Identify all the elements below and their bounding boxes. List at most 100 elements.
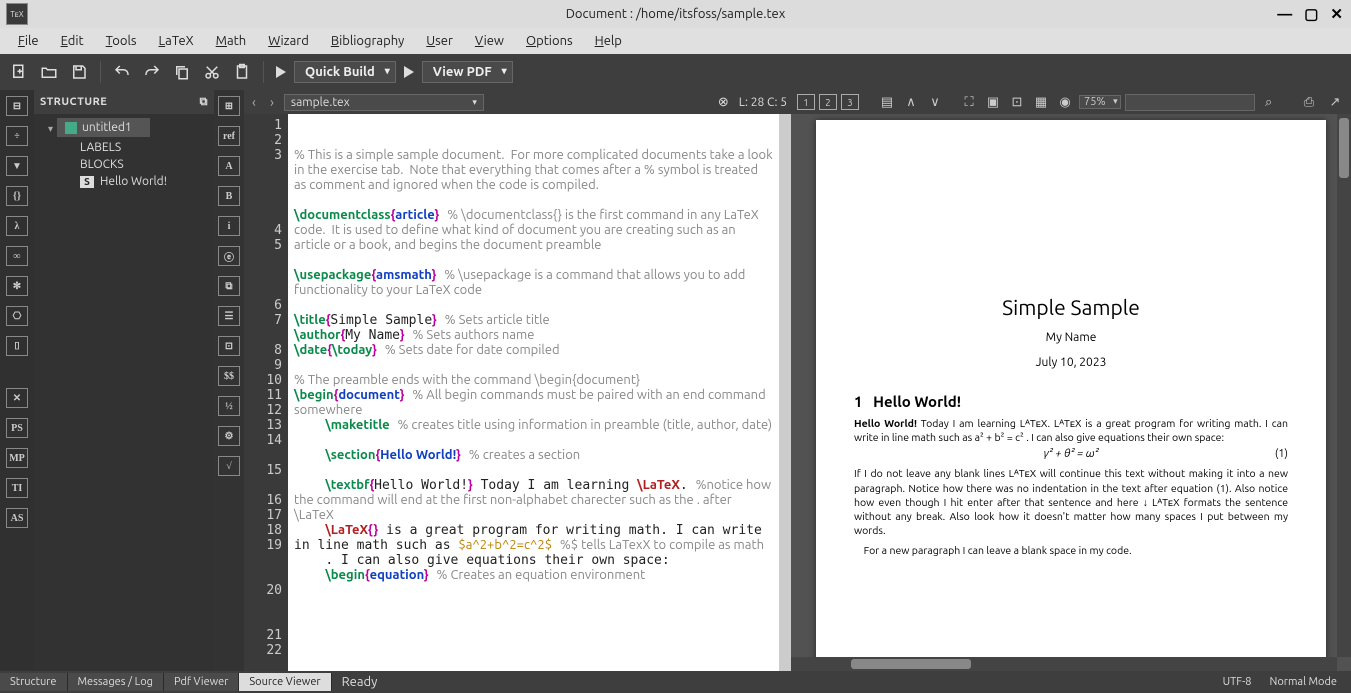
menu-options[interactable]: Options: [516, 31, 583, 51]
prev-page-button[interactable]: ∧: [901, 93, 921, 111]
editor-tool-button[interactable]: ⊞: [218, 96, 240, 116]
page-layout-icon[interactable]: ▤: [877, 93, 897, 111]
status-tab-messages[interactable]: Messages / Log: [68, 673, 164, 691]
structure-tab[interactable]: untitled1: [57, 118, 150, 137]
page-1-button[interactable]: 1: [797, 94, 815, 110]
redo-button[interactable]: [139, 59, 165, 85]
symbol-button[interactable]: ∞: [6, 246, 28, 266]
open-file-button[interactable]: [36, 59, 62, 85]
editor-tool-button[interactable]: $$: [218, 366, 240, 386]
zoom-area-icon[interactable]: ⊡: [1007, 93, 1027, 111]
tree-section[interactable]: S Hello World!: [34, 173, 214, 190]
editor-tool-button[interactable]: ⊡: [218, 336, 240, 356]
maximize-button[interactable]: ▢: [1304, 5, 1318, 23]
menu-latex[interactable]: LaTeX: [149, 31, 204, 51]
page-3-button[interactable]: 3: [841, 94, 859, 110]
symbol-button[interactable]: MP: [6, 448, 28, 468]
menu-view[interactable]: View: [465, 31, 514, 51]
symbol-button[interactable]: ⌷: [6, 336, 28, 356]
tree-section-label: Hello World!: [100, 175, 167, 188]
detach-icon[interactable]: ⧉: [200, 96, 208, 109]
status-tab-pdfviewer[interactable]: Pdf Viewer: [164, 673, 239, 691]
symbol-button[interactable]: PS: [6, 418, 28, 438]
menu-wizard[interactable]: Wizard: [258, 31, 319, 51]
tree-blocks[interactable]: BLOCKS: [34, 156, 214, 173]
editor-tool-button[interactable]: ½: [218, 396, 240, 416]
build-dropdown[interactable]: Quick Build: [294, 61, 396, 83]
editor-tool-button[interactable]: i: [218, 216, 240, 236]
symbol-button[interactable]: ⎔: [6, 306, 28, 326]
symbol-button[interactable]: ⊟: [6, 96, 28, 116]
editor-tool-button[interactable]: ⧉: [218, 276, 240, 296]
statusbar: Structure Messages / Log Pdf Viewer Sour…: [0, 671, 1351, 693]
menu-tools[interactable]: Tools: [96, 31, 147, 51]
nav-fwd-button[interactable]: ›: [266, 94, 278, 110]
status-tab-structure[interactable]: Structure: [0, 673, 68, 691]
pdf-title: Simple Sample: [854, 295, 1288, 319]
undo-button[interactable]: [109, 59, 135, 85]
page-2-button[interactable]: 2: [819, 94, 837, 110]
presentation-icon[interactable]: ◉: [1055, 93, 1075, 111]
close-doc-icon[interactable]: ⊗: [718, 95, 729, 110]
main-toolbar: Quick Build View PDF: [0, 54, 1351, 90]
zoom-actual-icon[interactable]: ▦: [1031, 93, 1051, 111]
copy-button[interactable]: [169, 59, 195, 85]
run-build-button[interactable]: [276, 66, 286, 78]
code-editor[interactable]: % This is a simple sample document. For …: [288, 114, 779, 671]
editor-tool-button[interactable]: B: [218, 186, 240, 206]
search-icon[interactable]: ⌕: [1259, 93, 1279, 111]
run-view-button[interactable]: [404, 66, 414, 78]
external-viewer-icon[interactable]: ↗: [1325, 93, 1345, 111]
menu-math[interactable]: Math: [206, 31, 257, 51]
tree-labels[interactable]: LABELS: [34, 139, 214, 156]
symbol-button[interactable]: ✕: [6, 388, 28, 408]
close-button[interactable]: ✕: [1330, 5, 1343, 23]
status-encoding[interactable]: UTF-8: [1223, 676, 1252, 688]
pdf-search-input[interactable]: [1125, 94, 1255, 111]
structure-title: STRUCTURE: [40, 96, 107, 108]
print-icon[interactable]: ⎙: [1299, 93, 1319, 111]
symbol-button[interactable]: ÷: [6, 126, 28, 146]
menu-help[interactable]: Help: [585, 31, 632, 51]
menu-edit[interactable]: Edit: [51, 31, 94, 51]
editor-tool-button[interactable]: ⓔ: [218, 246, 240, 266]
editor-toolbar: ‹ › sample.tex▾ ⊗ L: 28 C: 5: [244, 90, 791, 114]
menu-bibliography[interactable]: Bibliography: [321, 31, 414, 51]
editor-tool-button[interactable]: A: [218, 156, 240, 176]
symbol-button[interactable]: AS: [6, 508, 28, 528]
pdf-vscrollbar[interactable]: [1337, 114, 1351, 657]
zoom-dropdown[interactable]: 75%: [1079, 95, 1121, 109]
fit-page-icon[interactable]: ▣: [983, 93, 1003, 111]
editor-body: 1 2 3 4 5 6 7 8 9 10 11 12 13 14 15 16 1…: [244, 114, 791, 671]
symbol-button[interactable]: ▼: [6, 156, 28, 176]
symbol-button[interactable]: λ: [6, 216, 28, 236]
pdf-surface[interactable]: 1 Simple Sample My Name July 10, 2023 1 …: [791, 114, 1351, 671]
file-selector[interactable]: sample.tex▾: [284, 94, 484, 111]
menu-file[interactable]: File: [8, 31, 49, 51]
save-button[interactable]: [66, 59, 92, 85]
status-mode[interactable]: Normal Mode: [1269, 676, 1337, 688]
tree-collapse-icon[interactable]: ▾: [48, 123, 53, 135]
editor-scrollbar[interactable]: [779, 114, 791, 671]
symbol-button[interactable]: TI: [6, 478, 28, 498]
editor-tool-button[interactable]: √: [218, 456, 240, 476]
editor-tool-sidebar: ⊞ ref ABi ⓔ ⧉ ☰ ⊡ $$ ½ ⚙ √: [214, 90, 244, 671]
view-dropdown[interactable]: View PDF: [422, 61, 513, 83]
cut-button[interactable]: [199, 59, 225, 85]
pdf-hscrollbar[interactable]: [791, 657, 1337, 671]
fit-width-icon[interactable]: ⛶: [959, 93, 979, 111]
pdf-body-3: For a new paragraph I can leave a blank …: [854, 543, 1288, 557]
structure-tree[interactable]: ▾ untitled1 LABELS BLOCKS S Hello World!: [34, 114, 214, 671]
new-file-button[interactable]: [6, 59, 32, 85]
symbol-button[interactable]: ✻: [6, 276, 28, 296]
editor-tool-button[interactable]: ref: [218, 126, 240, 146]
symbol-button[interactable]: {}: [6, 186, 28, 206]
menu-user[interactable]: User: [416, 31, 463, 51]
editor-tool-button[interactable]: ⚙: [218, 426, 240, 446]
minimize-button[interactable]: —: [1277, 5, 1292, 23]
paste-button[interactable]: [229, 59, 255, 85]
nav-back-button[interactable]: ‹: [248, 94, 260, 110]
next-page-button[interactable]: ∨: [925, 93, 945, 111]
status-tab-sourceviewer[interactable]: Source Viewer: [239, 673, 331, 691]
editor-tool-button[interactable]: ☰: [218, 306, 240, 326]
